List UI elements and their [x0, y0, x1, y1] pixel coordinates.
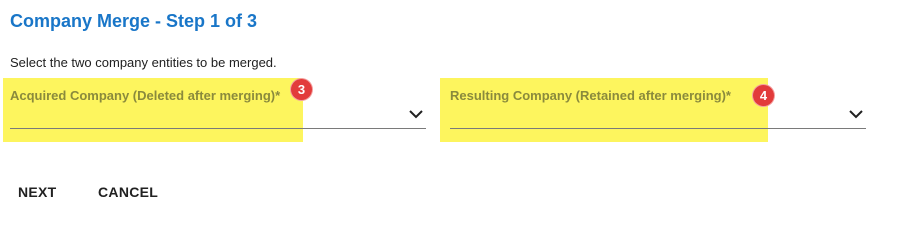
instructions-text: Select the two company entities to be me…	[10, 55, 277, 70]
resulting-company-underline	[450, 128, 866, 129]
resulting-company-select[interactable]: Resulting Company (Retained after mergin…	[450, 78, 866, 130]
acquired-company-underline	[10, 128, 426, 129]
page-title: Company Merge - Step 1 of 3	[10, 11, 258, 31]
annotation-badge-4: 4	[753, 85, 774, 106]
annotation-badge-3: 3	[291, 79, 312, 100]
resulting-company-label: Resulting Company (Retained after mergin…	[450, 88, 731, 103]
chevron-down-icon[interactable]	[408, 108, 424, 120]
acquired-company-label: Acquired Company (Deleted after merging)…	[10, 88, 281, 103]
chevron-down-icon[interactable]	[848, 108, 864, 120]
acquired-company-select[interactable]: Acquired Company (Deleted after merging)…	[10, 78, 426, 130]
cancel-button[interactable]: CANCEL	[94, 182, 162, 202]
next-button[interactable]: NEXT	[14, 182, 61, 202]
